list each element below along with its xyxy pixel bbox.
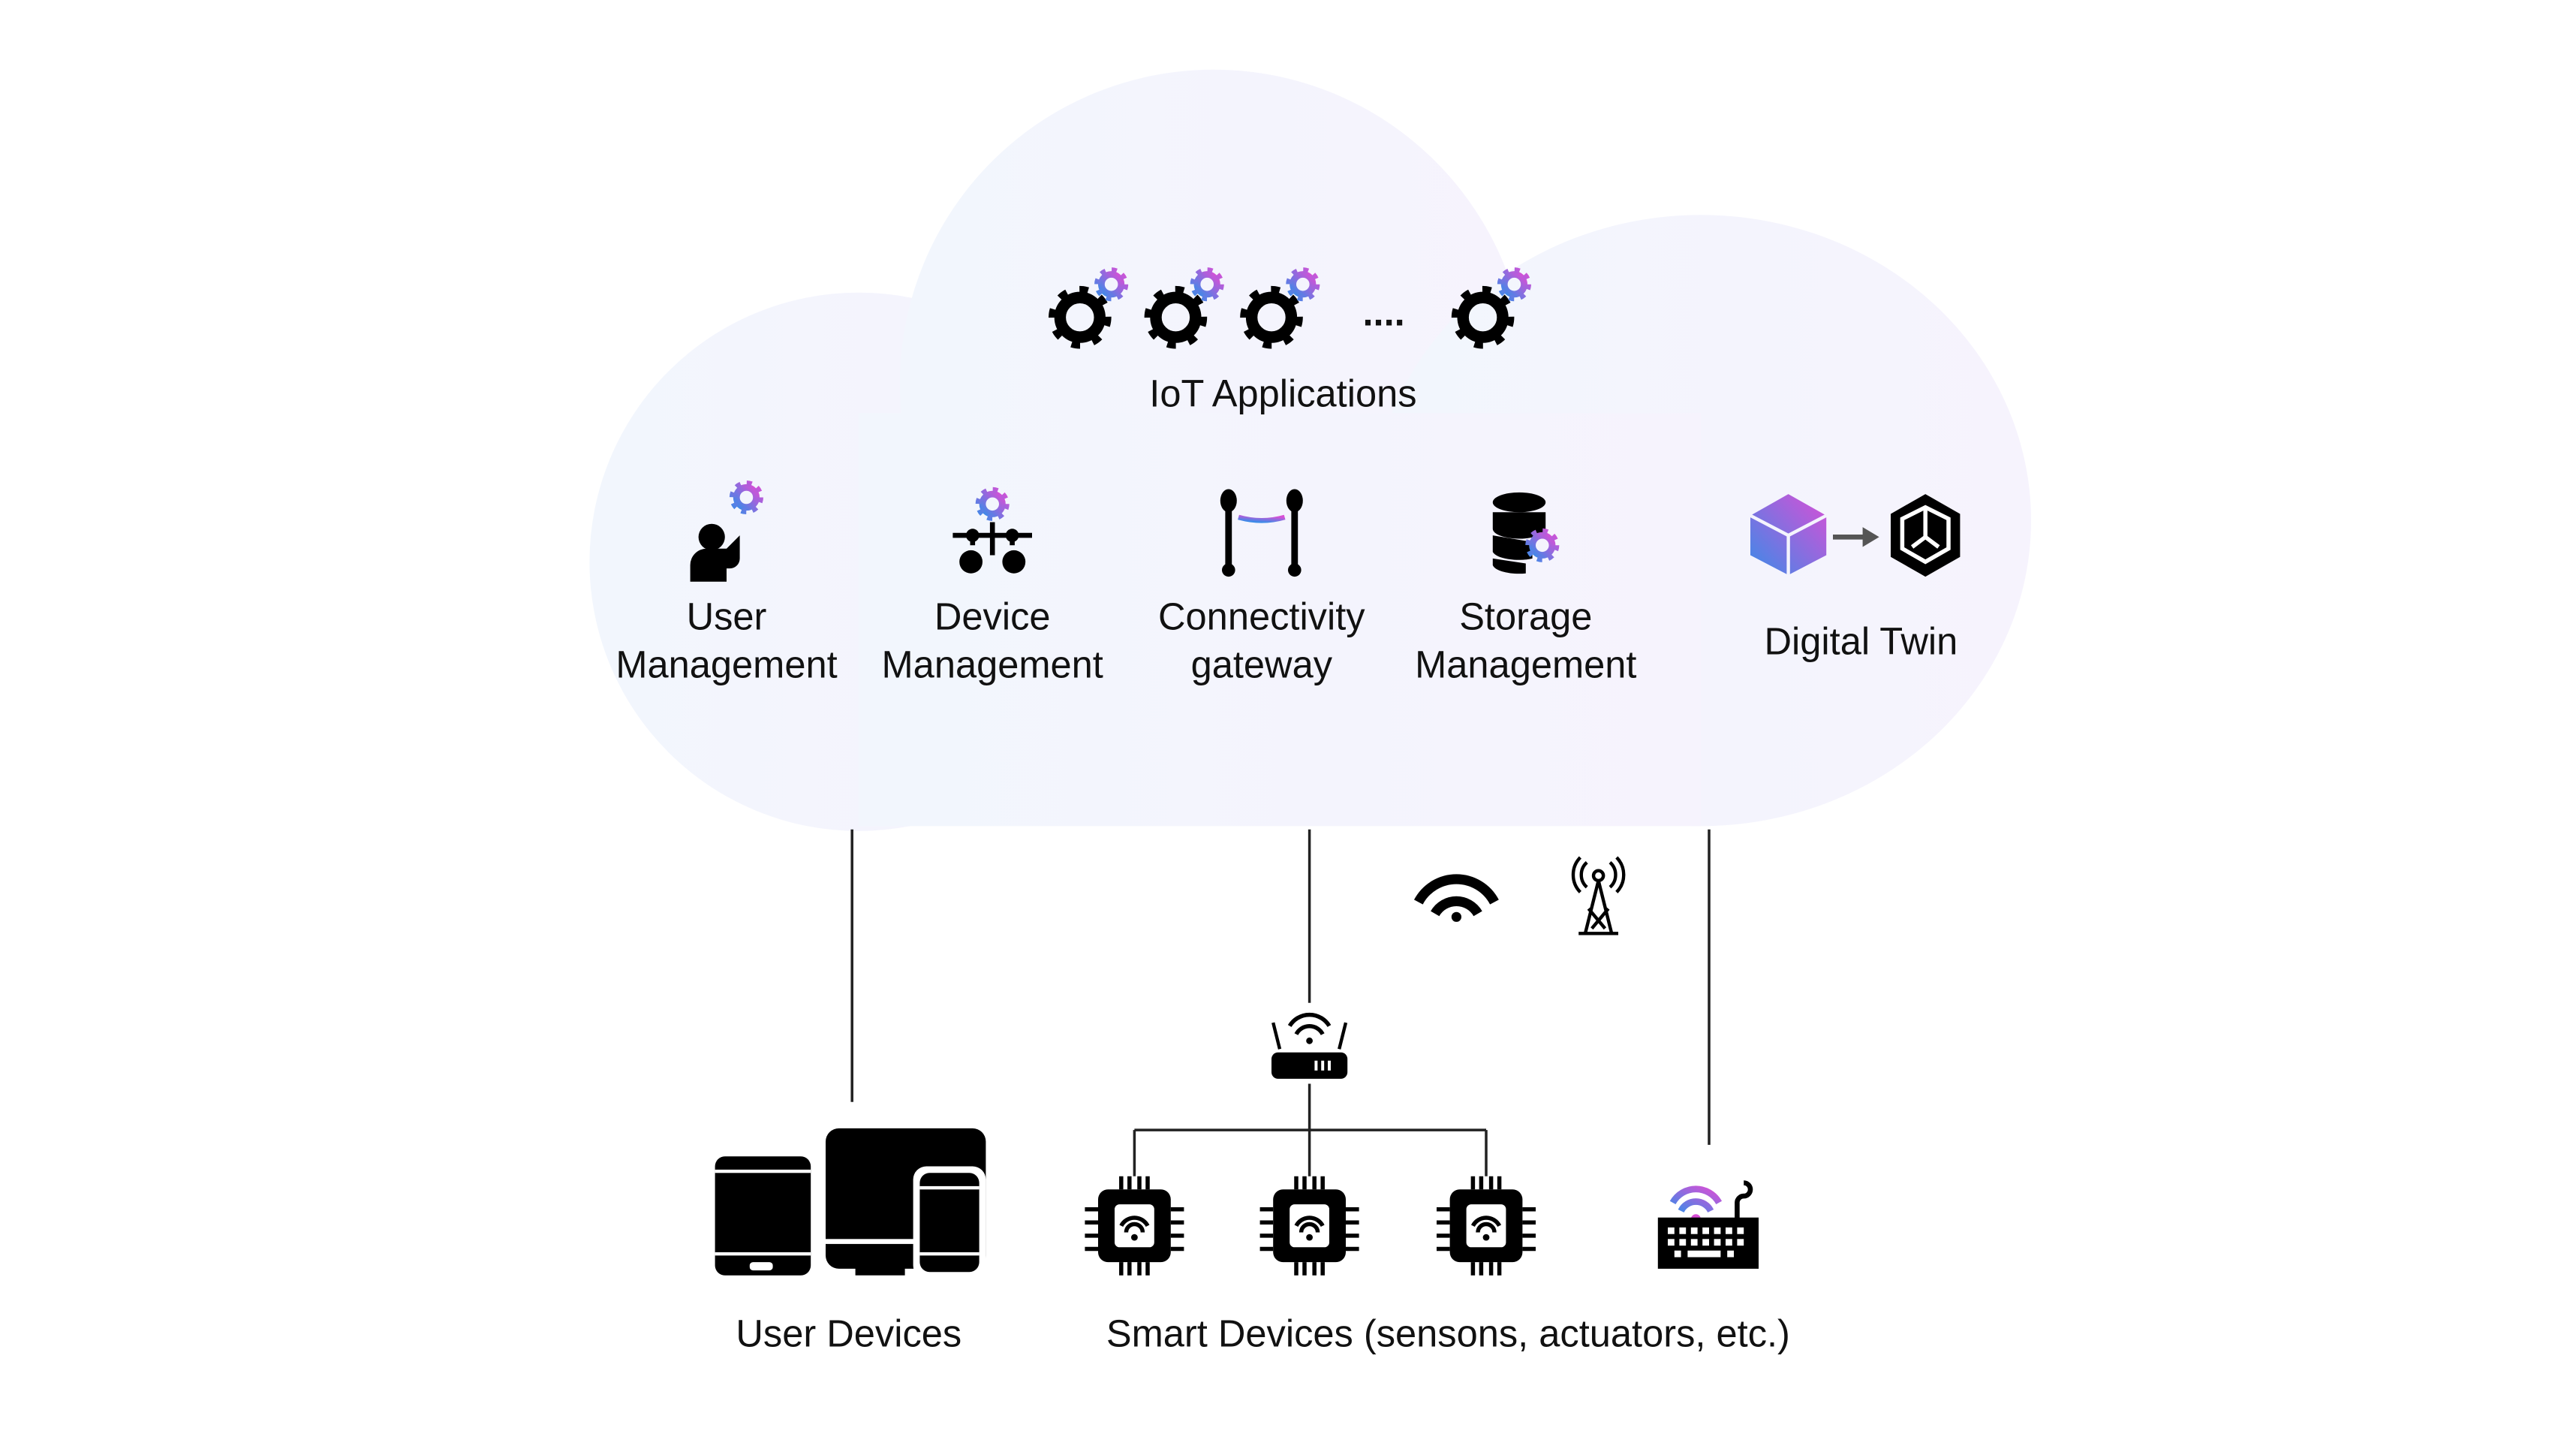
wifi-icon	[1413, 874, 1499, 922]
iot-applications-label: IoT Applications	[1149, 372, 1416, 415]
digital-twin-label: Digital Twin	[1765, 620, 1958, 663]
storage-management-label-2: Management	[1415, 643, 1636, 685]
smart-chip-icon	[1437, 1176, 1536, 1276]
cell-tower-icon	[1571, 856, 1626, 935]
smart-devices-label: Smart Devices (sensons, actuators, etc.)	[1106, 1312, 1790, 1354]
device-management-label: Device	[934, 595, 1051, 638]
user-devices-label: User Devices	[736, 1312, 961, 1354]
iot-architecture-diagram: .... IoT Applications User Management De…	[589, 69, 2031, 1354]
smart-keyboard-icon	[1657, 1180, 1759, 1269]
connectivity-gateway-label: Connectivity	[1158, 595, 1365, 638]
ellipsis: ....	[1362, 291, 1404, 334]
smart-chip-icon	[1260, 1176, 1359, 1276]
user-management-label-2: Management	[615, 643, 837, 685]
storage-management-label: Storage	[1459, 595, 1592, 638]
router-icon	[1271, 1012, 1348, 1079]
user-management-label: User	[687, 595, 767, 638]
cloud-shape	[589, 69, 2031, 831]
smart-chip-icon	[1085, 1176, 1184, 1276]
connection-lines	[850, 829, 1711, 1176]
user-devices-icon	[715, 1128, 986, 1279]
device-management-label-2: Management	[882, 643, 1103, 685]
connectivity-gateway-label-2: gateway	[1191, 643, 1333, 685]
